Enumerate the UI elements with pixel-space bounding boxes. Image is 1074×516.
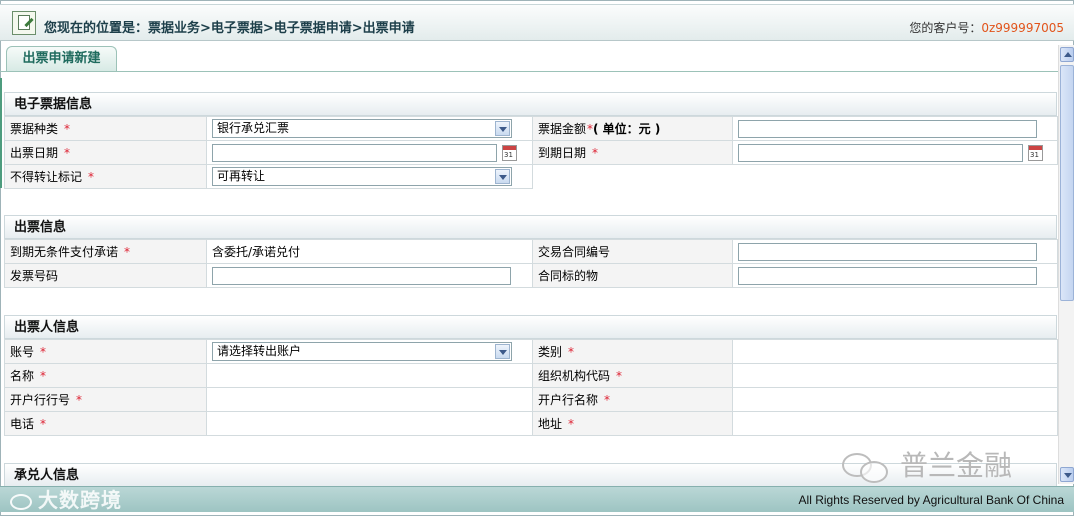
location-bar: 您现在的位置是：票据业务>电子票据>电子票据申请>出票申请 您的客户号：0z99… <box>0 4 1074 41</box>
copyright-text: All Rights Reserved by Agricultural Bank… <box>798 493 1064 507</box>
bank-no-value <box>206 387 533 412</box>
breadcrumb: 您现在的位置是：票据业务>电子票据>电子票据申请>出票申请 <box>44 21 415 36</box>
transfer-flag-value: 可再转让 <box>217 169 266 183</box>
tab-underline <box>0 71 1058 72</box>
promise-value: 含委托/承诺兑付 <box>206 239 533 264</box>
phone-label: 电话 * <box>4 411 207 436</box>
section-issue-info: 出票信息 到期无条件支付承诺 * 含委托/承诺兑付 交易合同编号 发票号码 合同标… <box>4 215 1058 288</box>
bill-type-cell: 银行承兑汇票 <box>206 116 533 141</box>
contract-no-cell <box>732 239 1058 264</box>
form-row: 发票号码 合同标的物 <box>4 263 1058 288</box>
name-label: 名称 * <box>4 363 207 388</box>
vertical-scrollbar[interactable] <box>1058 45 1074 484</box>
bill-type-value: 银行承兑汇票 <box>217 121 290 135</box>
calendar-icon[interactable]: 31 <box>1028 144 1043 161</box>
due-date-input[interactable] <box>738 143 1023 162</box>
bank-name-label: 开户行名称 * <box>532 387 733 412</box>
org-code-value <box>732 363 1058 388</box>
customer-number: 您的客户号：0z999997005 <box>909 19 1064 36</box>
tab-new-issue-application[interactable]: 出票申请新建 <box>6 46 117 72</box>
contract-item-input[interactable] <box>738 266 1037 285</box>
bank-no-label: 开户行行号 * <box>4 387 207 412</box>
scroll-thumb[interactable] <box>1060 65 1074 301</box>
account-value: 请选择转出账户 <box>217 344 302 358</box>
form-row: 票据种类 * 银行承兑汇票 票据金额*( 单位：元 ) <box>4 116 1058 141</box>
empty-cell <box>732 164 1058 189</box>
bill-type-label: 票据种类 * <box>4 116 207 141</box>
category-label: 类别 * <box>532 339 733 364</box>
bill-edit-icon <box>12 11 36 35</box>
bill-form: 票据种类 * 银行承兑汇票 票据金额*( 单位：元 ) 出票日期 * 31 到期日期… <box>4 116 1058 189</box>
scroll-up-icon[interactable] <box>1060 47 1074 62</box>
logo-icon <box>10 493 32 510</box>
form-row: 名称 * 组织机构代码 * <box>4 363 1058 388</box>
category-value <box>732 339 1058 364</box>
address-label: 地址 * <box>532 411 733 436</box>
promise-label: 到期无条件支付承诺 * <box>4 239 207 264</box>
issue-date-cell: 31 <box>206 140 533 165</box>
amount-label: 票据金额*( 单位：元 ) <box>532 116 733 141</box>
chevron-down-icon[interactable] <box>495 121 510 136</box>
bill-type-select[interactable]: 银行承兑汇票 <box>212 119 512 138</box>
account-label: 账号 * <box>4 339 207 364</box>
invoice-input[interactable] <box>212 266 511 285</box>
form-row: 不得转让标记 * 可再转让 <box>4 164 1058 189</box>
amount-cell <box>732 116 1058 141</box>
form-row: 账号 * 请选择转出账户 类别 * <box>4 339 1058 364</box>
transfer-flag-select[interactable]: 可再转让 <box>212 167 512 186</box>
account-cell: 请选择转出账户 <box>206 339 533 364</box>
name-value <box>206 363 533 388</box>
transfer-flag-label: 不得转让标记 * <box>4 164 207 189</box>
section-drawer-info: 出票人信息 账号 * 请选择转出账户 类别 * 名称 * 组织机构代码 * 开户行行号 *… <box>4 315 1058 436</box>
contract-item-label: 合同标的物 <box>532 263 733 288</box>
form-row: 开户行行号 * 开户行名称 * <box>4 387 1058 412</box>
section-electronic-bill: 电子票据信息 票据种类 * 银行承兑汇票 票据金额*( 单位：元 ) 出票日期 * … <box>4 92 1058 189</box>
chevron-down-icon[interactable] <box>495 344 510 359</box>
contract-no-input[interactable] <box>738 242 1037 261</box>
required-mark: * <box>64 122 71 136</box>
customer-label: 您的客户号： <box>909 21 982 35</box>
transfer-flag-cell: 可再转让 <box>206 164 533 189</box>
contract-no-label: 交易合同编号 <box>532 239 733 264</box>
org-code-label: 组织机构代码 * <box>532 363 733 388</box>
amount-unit: ( 单位：元 ) <box>593 122 661 136</box>
address-value <box>732 411 1058 436</box>
calendar-icon[interactable]: 31 <box>502 144 517 161</box>
invoice-cell <box>206 263 533 288</box>
watermark-left: 大数跨境 <box>10 484 122 513</box>
invoice-label: 发票号码 <box>4 263 207 288</box>
customer-id: 0z999997005 <box>981 21 1064 35</box>
watermark-right: 普兰金融 <box>842 444 1012 484</box>
section-title: 出票信息 <box>4 215 1057 239</box>
form-row: 出票日期 * 31 到期日期 * 31 <box>4 140 1058 165</box>
chevron-down-icon[interactable] <box>495 169 510 184</box>
issue-form: 到期无条件支付承诺 * 含委托/承诺兑付 交易合同编号 发票号码 合同标的物 <box>4 239 1058 288</box>
due-date-label: 到期日期 * <box>532 140 733 165</box>
left-accent-bar <box>0 78 2 188</box>
bank-name-value <box>732 387 1058 412</box>
scroll-down-icon[interactable] <box>1060 467 1074 482</box>
due-date-cell: 31 <box>732 140 1058 165</box>
issue-date-input[interactable] <box>212 143 497 162</box>
form-row: 到期无条件支付承诺 * 含委托/承诺兑付 交易合同编号 <box>4 239 1058 264</box>
contract-item-cell <box>732 263 1058 288</box>
amount-input[interactable] <box>738 119 1037 138</box>
issue-date-label: 出票日期 * <box>4 140 207 165</box>
section-title: 电子票据信息 <box>4 92 1057 116</box>
section-title: 出票人信息 <box>4 315 1057 339</box>
empty-cell <box>532 164 733 189</box>
wechat-icon <box>842 451 894 483</box>
form-row: 电话 * 地址 * <box>4 411 1058 436</box>
phone-value <box>206 411 533 436</box>
drawer-form: 账号 * 请选择转出账户 类别 * 名称 * 组织机构代码 * 开户行行号 * 开户行名称… <box>4 339 1058 436</box>
account-select[interactable]: 请选择转出账户 <box>212 342 512 361</box>
footer: All Rights Reserved by Agricultural Bank… <box>0 486 1074 512</box>
